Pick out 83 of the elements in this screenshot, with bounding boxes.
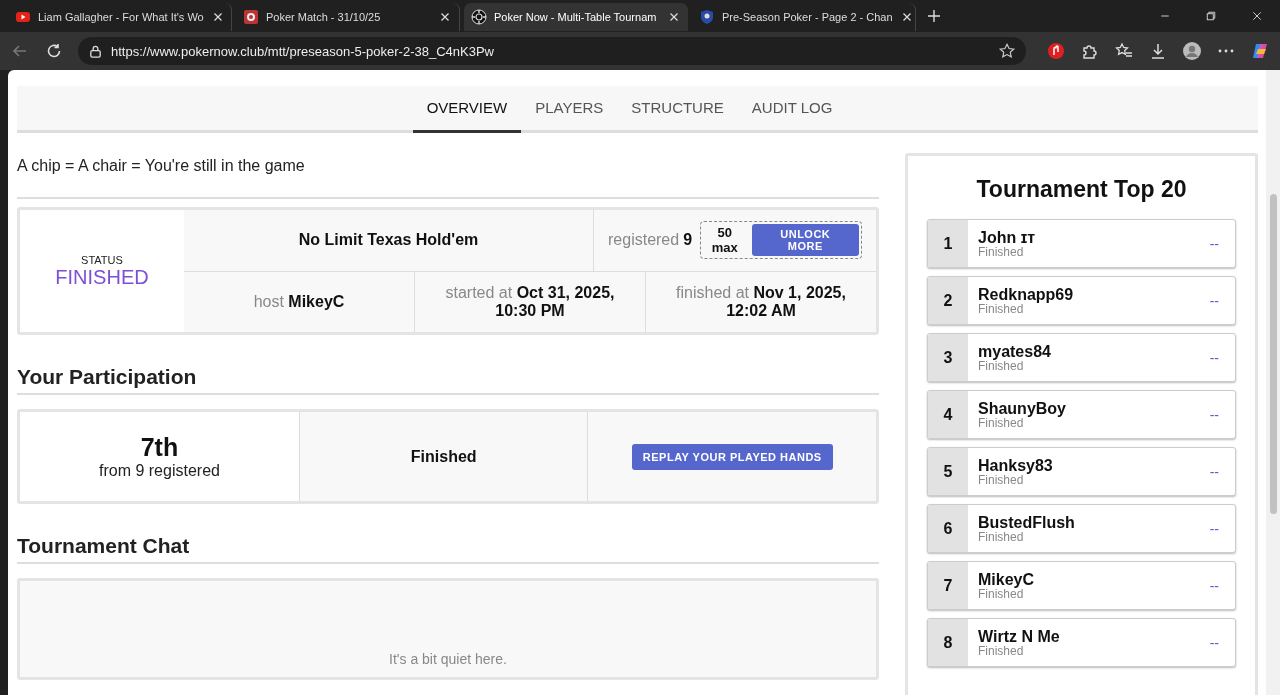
rank-number: 5 — [928, 448, 968, 495]
scrollbar[interactable] — [1266, 70, 1280, 695]
player-name: BustedFlush — [978, 513, 1076, 531]
player-value: -- — [1209, 235, 1220, 252]
address-text: https://www.pokernow.club/mtt/preseason-5-poker-2-38_C4nK3Pw — [111, 43, 495, 59]
rank-number: 4 — [928, 391, 968, 438]
player-value: -- — [1209, 349, 1220, 366]
player-value: -- — [1209, 520, 1220, 537]
player-name: Hanksy83 — [978, 456, 1054, 474]
player-status: Finished — [978, 245, 1025, 259]
section-heading: Tournament Chat — [17, 534, 879, 564]
finishing-place: 7th — [140, 433, 179, 462]
crest-icon — [699, 9, 715, 25]
status-value: FINISHED — [55, 265, 149, 289]
player-value: -- — [1209, 406, 1220, 423]
player-status: Finished — [978, 644, 1025, 658]
chip-icon — [471, 9, 487, 25]
player-card[interactable]: 3 myates84 Finished -- — [927, 333, 1236, 382]
player-name: Wirtz N Me — [978, 627, 1061, 645]
participation-status: Finished — [410, 447, 477, 466]
thumbnail-icon — [243, 9, 259, 25]
player-card[interactable]: 8 Wirtz N Me Finished -- — [927, 618, 1236, 667]
finished-at-text: finished at Nov 1, 2025, 12:02 AM — [675, 283, 847, 320]
address-bar[interactable]: https://www.pokernow.club/mtt/preseason-5-poker-2-38_C4nK3Pw — [78, 37, 1026, 65]
rank-number: 3 — [928, 334, 968, 381]
player-status: Finished — [978, 473, 1024, 487]
player-value: -- — [1209, 463, 1220, 480]
player-status: Finished — [978, 530, 1025, 544]
player-status: Finished — [978, 359, 1024, 373]
browser-tab[interactable]: Pre-Season Poker - Page 2 - Chan — [692, 3, 916, 31]
tagline-text: A chip = A chair = You're still in the game — [17, 153, 879, 199]
registered-note: from 9 registered — [99, 462, 220, 480]
nav-tab[interactable]: PLAYERS — [521, 86, 618, 133]
status-label: STATUS — [81, 253, 123, 266]
new-tab-icon[interactable] — [926, 8, 942, 24]
player-name: Redknapp69 — [978, 285, 1075, 303]
player-card[interactable]: 6 BustedFlush Finished -- — [927, 504, 1236, 553]
player-name: John ɪт — [978, 228, 1036, 246]
player-value: -- — [1209, 292, 1220, 309]
player-name: MikeyC — [978, 570, 1036, 588]
nav-tab[interactable]: STRUCTURE — [617, 86, 738, 133]
host-text: host MikeyC — [253, 292, 345, 311]
section-heading: Your Participation — [17, 365, 879, 395]
copilot-icon[interactable] — [1250, 41, 1270, 61]
leaderboard-title: Tournament Top 20 — [975, 176, 1188, 203]
rank-number: 6 — [928, 505, 968, 552]
game-type: No Limit Texas Hold'em — [297, 230, 480, 251]
replay-hands-button[interactable]: REPLAY YOUR PLAYED HANDS — [631, 443, 833, 470]
unlock-more-button[interactable]: UNLOCK MORE — [751, 224, 859, 257]
rank-number: 7 — [928, 562, 968, 609]
started-at-text: started at Oct 31, 2025, 10:30 PM — [444, 283, 616, 320]
restore-icon[interactable] — [1205, 10, 1217, 22]
close-icon[interactable] — [1251, 10, 1263, 22]
player-card[interactable]: 1 John ɪт Finished -- — [927, 219, 1236, 268]
player-status: Finished — [978, 416, 1024, 430]
player-status: Finished — [978, 302, 1024, 316]
max-players: 50 max — [710, 225, 739, 256]
player-card[interactable]: 5 Hanksy83 Finished -- — [927, 447, 1236, 496]
player-card[interactable]: 4 ShaunyBoy Finished -- — [927, 390, 1236, 439]
player-value: -- — [1209, 634, 1220, 651]
nav-tab[interactable]: AUDIT LOG — [737, 86, 847, 133]
player-card[interactable]: 7 MikeyC Finished -- — [927, 561, 1236, 610]
player-name: ShaunyBoy — [978, 399, 1067, 417]
browser-tab[interactable]: Poker Now - Multi-Table Tournam — [464, 3, 688, 31]
rank-number: 2 — [928, 277, 968, 324]
profile-icon[interactable] — [1182, 41, 1202, 61]
chat-empty-text: It's a bit quiet here. — [389, 651, 507, 667]
registered-label: registered — [608, 231, 680, 250]
rank-number: 1 — [928, 220, 968, 267]
player-status: Finished — [978, 587, 1024, 601]
player-name: myates84 — [978, 342, 1052, 360]
site-info-icon[interactable] — [88, 43, 103, 59]
browser-tab[interactable]: Liam Gallagher - For What It's Wo — [8, 3, 232, 31]
player-value: -- — [1209, 577, 1220, 594]
video-icon — [15, 9, 31, 25]
star-icon[interactable] — [998, 42, 1016, 60]
extension-icon[interactable] — [1046, 41, 1066, 61]
rank-number: 8 — [928, 619, 968, 666]
nav-tab[interactable]: OVERVIEW — [412, 86, 522, 133]
scrollbar-thumb[interactable] — [1269, 194, 1277, 514]
registered-count: 9 — [683, 231, 693, 250]
player-card[interactable]: 2 Redknapp69 Finished -- — [927, 276, 1236, 325]
browser-tab[interactable]: Poker Match - 31/10/25 — [236, 3, 460, 31]
